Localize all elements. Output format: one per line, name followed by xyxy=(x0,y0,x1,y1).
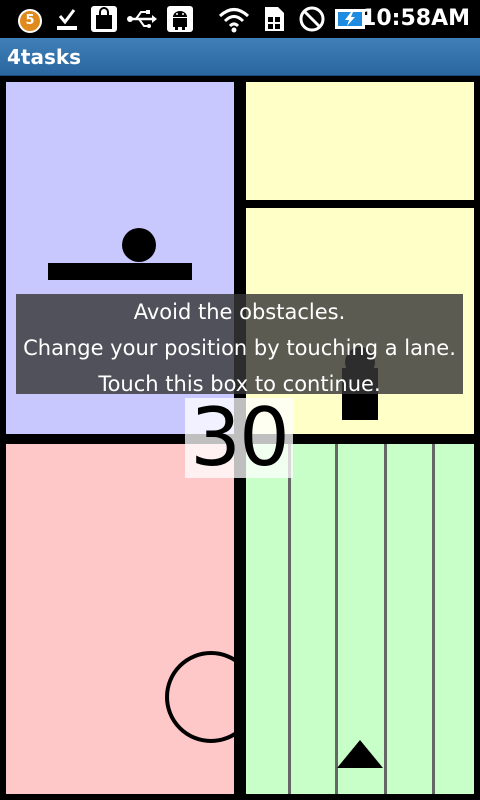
title-bar: 4tasks xyxy=(0,38,480,76)
status-bar: 5 10:58AM xyxy=(0,0,480,38)
app-title: 4tasks xyxy=(7,45,82,69)
player-ball xyxy=(122,228,156,262)
no-sound-icon xyxy=(299,6,325,32)
checkmark-icon xyxy=(57,9,77,30)
platform-bar xyxy=(48,263,192,280)
task-panel-top-right-upper[interactable] xyxy=(246,82,474,200)
circle-scene xyxy=(165,651,234,743)
instruction-line: Change your position by touching a lane. xyxy=(23,336,456,360)
bag-icon xyxy=(91,6,117,32)
countdown-timer: 30 xyxy=(185,398,293,478)
instruction-line: Avoid the obstacles. xyxy=(133,300,346,324)
task-panel-lanes[interactable] xyxy=(246,444,474,794)
clock: 10:58AM xyxy=(361,6,470,31)
task-panel-bottom-left[interactable] xyxy=(6,444,234,794)
instruction-box[interactable]: Avoid the obstacles. Change your positio… xyxy=(16,294,463,396)
lanes-scene xyxy=(337,740,383,768)
notification-badge-icon: 5 xyxy=(18,9,42,33)
target-circle xyxy=(165,651,234,743)
android-icon xyxy=(167,6,193,32)
player-triangle xyxy=(337,740,383,768)
usb-icon xyxy=(127,10,157,28)
wifi-icon xyxy=(218,8,250,33)
sim-icon xyxy=(265,7,284,31)
